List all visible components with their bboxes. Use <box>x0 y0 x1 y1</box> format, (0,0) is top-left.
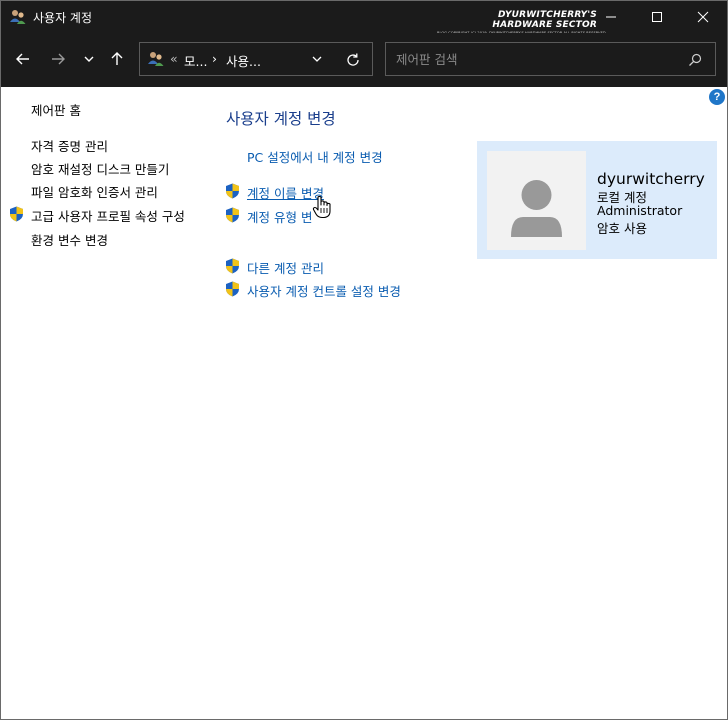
arrow-left-icon <box>16 53 29 65</box>
title-bar: 사용자 계정 DYURWITCHERRY'S HARDWARE SECTOR B… <box>1 1 727 35</box>
search-icon <box>689 53 702 66</box>
uac-shield-icon <box>226 207 239 223</box>
maximize-button[interactable] <box>634 1 680 33</box>
uac-shield-icon <box>226 258 239 274</box>
chevron-down-icon[interactable] <box>310 52 324 66</box>
breadcrumb-overflow[interactable]: « <box>170 51 178 66</box>
help-button[interactable]: ? <box>709 89 725 105</box>
up-button[interactable] <box>105 47 129 71</box>
recent-locations-button[interactable] <box>77 47 101 71</box>
uac-shield-icon <box>226 281 239 297</box>
account-card: dyurwitcherry 로컬 계정 Administrator 암호 사용 <box>477 141 717 259</box>
manage-other-account-link[interactable]: 다른 계정 관리 <box>247 258 324 277</box>
maximize-icon <box>652 12 662 22</box>
breadcrumb-separator[interactable]: › <box>212 51 217 66</box>
arrow-up-icon <box>111 52 123 65</box>
user-accounts-icon <box>148 52 164 66</box>
navigation-bar: « 모... › 사용... <box>1 33 727 87</box>
search-box[interactable] <box>385 42 716 76</box>
pc-settings-account-link[interactable]: PC 설정에서 내 계정 변경 <box>247 147 383 166</box>
avatar <box>487 151 586 250</box>
credential-manager-link[interactable]: 자격 증명 관리 <box>31 136 108 155</box>
arrow-right-icon <box>52 53 65 65</box>
minimize-icon <box>606 16 616 18</box>
uac-shield-icon <box>10 206 23 222</box>
breadcrumb-segment-2[interactable]: 사용... <box>226 51 261 70</box>
account-role: Administrator <box>597 203 683 218</box>
forward-button[interactable] <box>46 47 70 71</box>
search-input[interactable] <box>386 43 676 75</box>
account-name: dyurwitcherry <box>597 170 705 188</box>
hand-cursor-icon <box>312 195 331 219</box>
advanced-user-profile-link[interactable]: 고급 사용자 프로필 속성 구성 <box>31 206 185 225</box>
user-avatar-icon <box>511 180 562 237</box>
close-button[interactable] <box>680 1 726 33</box>
environment-variables-link[interactable]: 환경 변수 변경 <box>31 230 108 249</box>
file-encryption-certificates-link[interactable]: 파일 암호화 인증서 관리 <box>31 182 158 201</box>
uac-settings-link[interactable]: 사용자 계정 컨트롤 설정 변경 <box>247 281 401 300</box>
uac-shield-icon <box>226 183 239 199</box>
address-bar[interactable]: « 모... › 사용... <box>139 42 373 76</box>
control-panel-home-link[interactable]: 제어판 홈 <box>31 100 81 119</box>
chevron-down-icon <box>84 56 94 62</box>
watermark: DYURWITCHERRY'S HARDWARE SECTOR BLOG COP… <box>437 10 607 35</box>
refresh-icon[interactable] <box>344 51 362 69</box>
account-password-status: 암호 사용 <box>597 221 647 236</box>
minimize-button[interactable] <box>588 1 634 33</box>
user-accounts-icon <box>10 10 26 24</box>
back-button[interactable] <box>11 47 35 71</box>
change-account-type-link[interactable]: 계정 유형 변 <box>247 207 312 226</box>
close-icon <box>697 11 709 23</box>
password-reset-disk-link[interactable]: 암호 재설정 디스크 만들기 <box>31 159 169 178</box>
control-panel-window: 사용자 계정 DYURWITCHERRY'S HARDWARE SECTOR B… <box>0 0 728 720</box>
page-title: 사용자 계정 변경 <box>226 110 336 128</box>
watermark-main: DYURWITCHERRY'S HARDWARE SECTOR <box>492 10 597 30</box>
window-title: 사용자 계정 <box>33 11 93 25</box>
breadcrumb-segment-1[interactable]: 모... <box>184 51 207 70</box>
